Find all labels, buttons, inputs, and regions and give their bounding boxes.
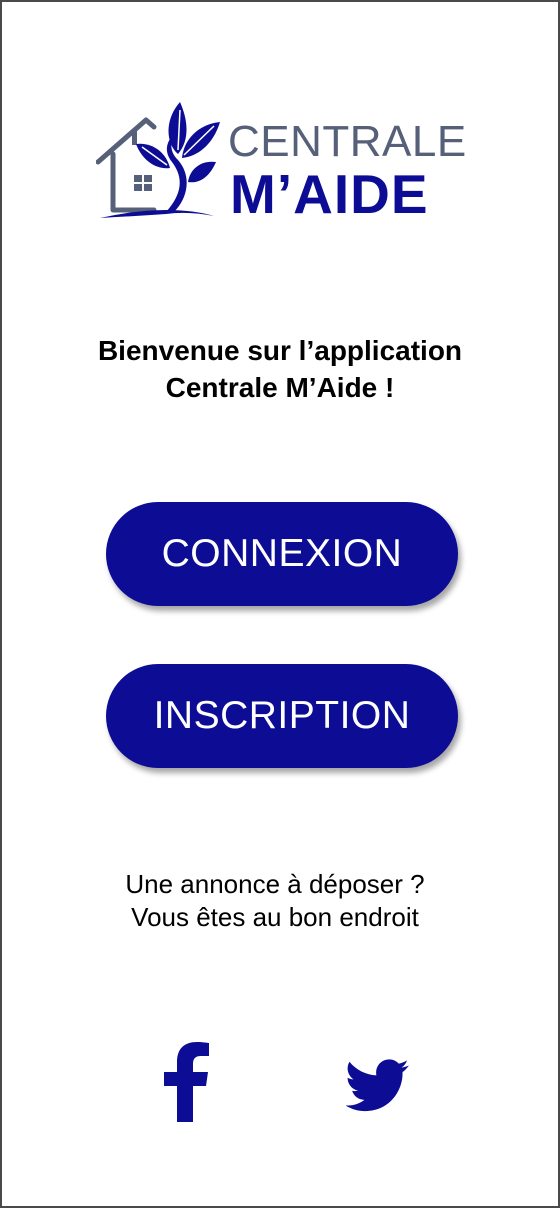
logo-wordmark-line2: M’AIDE: [230, 163, 429, 225]
logo-wordmark-line1: CENTRALE: [228, 117, 467, 166]
welcome-line-2: Centrale M’Aide !: [165, 372, 395, 403]
tagline: Une annonce à déposer ? Vous êtes au bon…: [2, 868, 548, 934]
app-logo: CENTRALE M’AIDE: [96, 98, 470, 224]
app-screen: CENTRALE M’AIDE Bienvenue sur l’applicat…: [0, 0, 560, 1208]
signup-button[interactable]: INSCRIPTION: [106, 664, 458, 768]
house-tree-logo-icon: [96, 102, 220, 218]
welcome-line-1: Bienvenue sur l’application: [97, 335, 463, 366]
login-button[interactable]: CONNEXION: [106, 502, 458, 606]
facebook-icon[interactable]: [162, 1042, 212, 1122]
tagline-line-2: Vous êtes au bon endroit: [131, 902, 419, 932]
tagline-line-1: Une annonce à déposer ?: [125, 869, 425, 899]
twitter-icon[interactable]: [346, 1058, 410, 1114]
welcome-heading: Bienvenue sur l’application Centrale M’A…: [2, 332, 558, 406]
